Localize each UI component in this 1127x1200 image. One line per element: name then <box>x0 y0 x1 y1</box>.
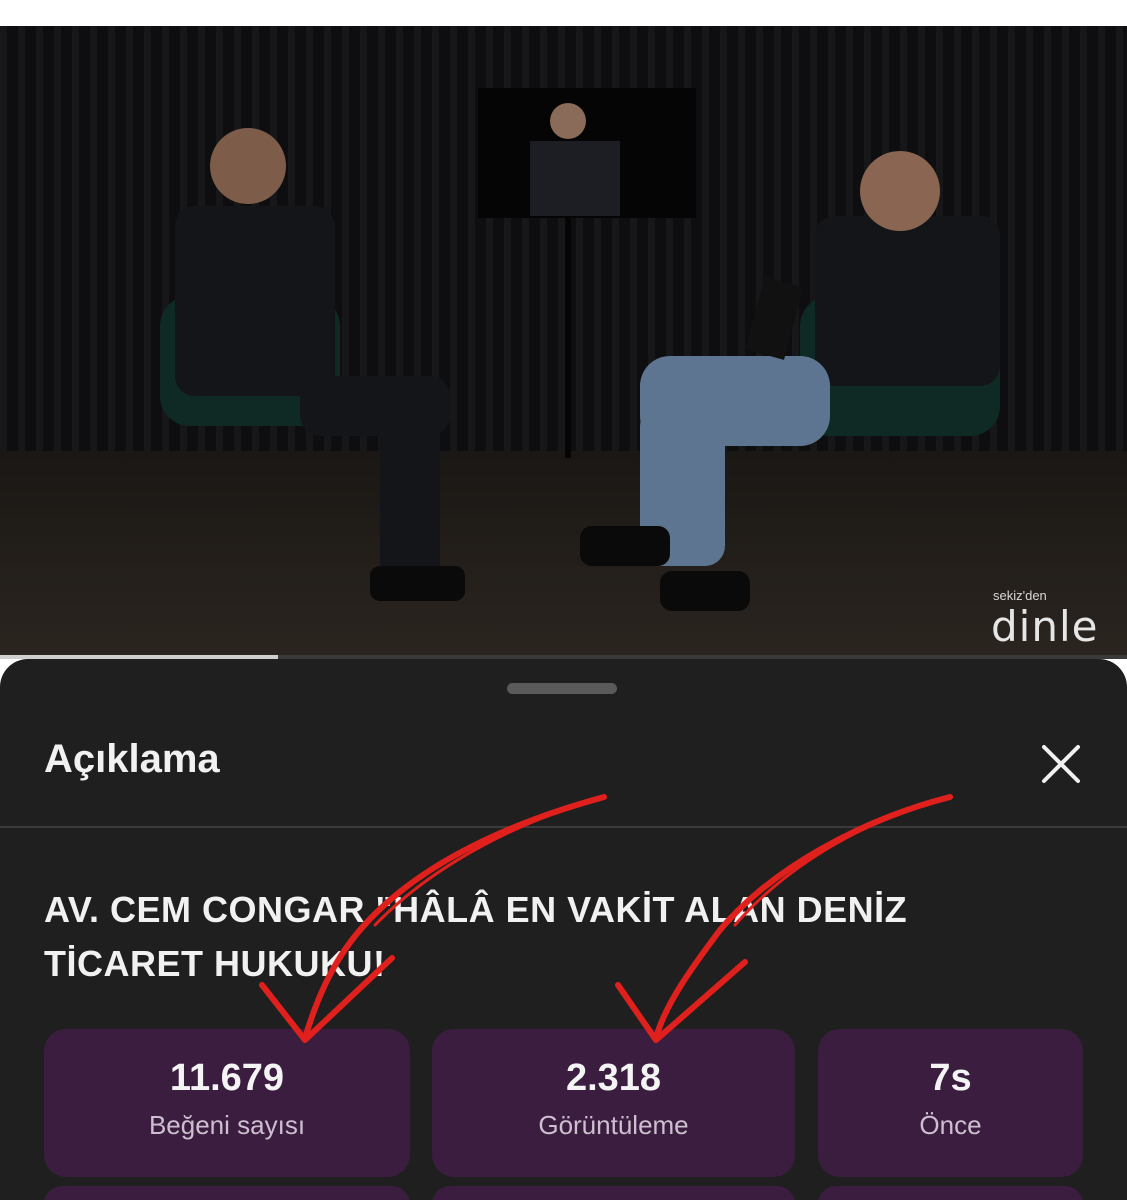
video-title-line-2: TİCARET HUKUKU! <box>44 943 386 984</box>
watermark-big-text: dinle <box>991 602 1099 651</box>
views-label: Görüntüleme <box>538 1110 689 1140</box>
likes-stat[interactable]: 11.679 Beğeni sayısı <box>44 1029 410 1177</box>
channel-watermark: sekiz'den dinle <box>975 586 1097 656</box>
sheet-divider <box>0 826 1127 828</box>
sheet-title: Açıklama <box>44 737 220 781</box>
upload-age-label: Önce <box>919 1110 982 1140</box>
description-sheet: Açıklama AV. CEM CONGAR "HÂLÂ EN VAKİT A… <box>0 659 1127 1200</box>
likes-count: 11.679 <box>169 1057 285 1099</box>
video-player[interactable]: sekiz'den dinle <box>0 26 1127 658</box>
likes-label: Beğeni sayısı <box>148 1110 306 1140</box>
views-count: 2.318 <box>565 1057 662 1099</box>
video-title: AV. CEM CONGAR "HÂLÂ EN VAKİT ALAN DENİZ… <box>44 883 1044 991</box>
watermark-small-text: sekiz'den <box>993 588 1047 603</box>
upload-age-value: 7s <box>929 1057 972 1099</box>
duplicate-stat-peek <box>44 1186 410 1200</box>
close-icon <box>1042 745 1080 783</box>
views-stat[interactable]: 2.318 Görüntüleme <box>432 1029 795 1177</box>
video-frame <box>0 26 1127 658</box>
duplicate-stat-peek <box>432 1186 795 1200</box>
duplicate-stat-peek <box>818 1186 1083 1200</box>
close-button[interactable] <box>1032 735 1090 793</box>
sheet-drag-handle[interactable] <box>507 683 617 694</box>
video-title-line-1: AV. CEM CONGAR "HÂLÂ EN VAKİT ALAN DENİZ <box>44 889 908 930</box>
upload-age-stat[interactable]: 7s Önce <box>818 1029 1083 1177</box>
